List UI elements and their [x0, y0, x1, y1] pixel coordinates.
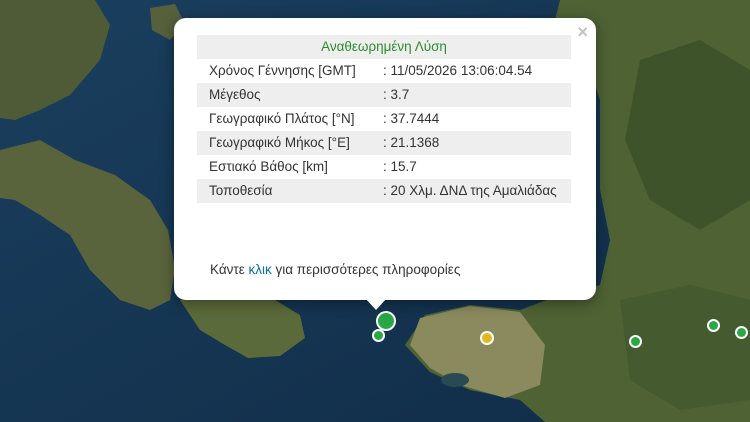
- footer-suffix: για περισσότερες πληροφορίες: [271, 262, 461, 277]
- earthquake-marker[interactable]: [372, 329, 385, 342]
- earthquake-marker-selected[interactable]: [376, 311, 396, 331]
- more-info-link[interactable]: κλικ: [249, 262, 272, 277]
- earthquake-marker[interactable]: [707, 319, 720, 332]
- table-row: Γεωγραφικό Μήκος [°E] : 21.1368: [197, 131, 571, 155]
- table-row: Τοποθεσία : 20 Χλμ. ΔΝΔ της Αμαλιάδας: [197, 179, 571, 203]
- table-row: Χρόνος Γέννησης [GMT] : 11/05/2026 13:06…: [197, 59, 571, 83]
- table-row: Εστιακό Βάθος [km] : 15.7: [197, 155, 571, 179]
- popup-tip: [365, 298, 387, 310]
- earthquake-marker-yellow[interactable]: [480, 331, 494, 345]
- row-label: Εστιακό Βάθος [km]: [209, 159, 328, 174]
- row-value: : 11/05/2026 13:06:04.54: [383, 63, 533, 78]
- earthquake-info-popup: × Αναθεωρημένη Λύση Χρόνος Γέννησης [GMT…: [174, 18, 596, 300]
- info-table: Αναθεωρημένη Λύση Χρόνος Γέννησης [GMT] …: [197, 35, 571, 203]
- earthquake-marker[interactable]: [629, 335, 642, 348]
- more-info-text: Κάντε κλικ για περισσότερες πληροφορίες: [210, 262, 460, 277]
- close-icon[interactable]: ×: [577, 22, 588, 42]
- row-label: Μέγεθος: [197, 83, 371, 107]
- table-row: Μέγεθος : 3.7: [197, 83, 571, 107]
- row-value: : 21.1368: [371, 131, 571, 155]
- row-label: Χρόνος Γέννησης [GMT]: [209, 63, 356, 78]
- row-value: : 3.7: [371, 83, 571, 107]
- row-value: : 15.7: [383, 159, 417, 174]
- row-label: Γεωγραφικό Πλάτος [°N]: [209, 111, 355, 126]
- row-value: : 37.7444: [383, 111, 440, 126]
- footer-prefix: Κάντε: [210, 262, 249, 277]
- table-row: Γεωγραφικό Πλάτος [°N] : 37.7444: [197, 107, 571, 131]
- popup-title: Αναθεωρημένη Λύση: [197, 35, 571, 59]
- lake: [441, 373, 469, 387]
- row-value: : 20 Χλμ. ΔΝΔ της Αμαλιάδας: [371, 179, 571, 203]
- earthquake-marker[interactable]: [735, 326, 748, 339]
- row-label: Γεωγραφικό Μήκος [°E]: [197, 131, 371, 155]
- row-label: Τοποθεσία: [197, 179, 371, 203]
